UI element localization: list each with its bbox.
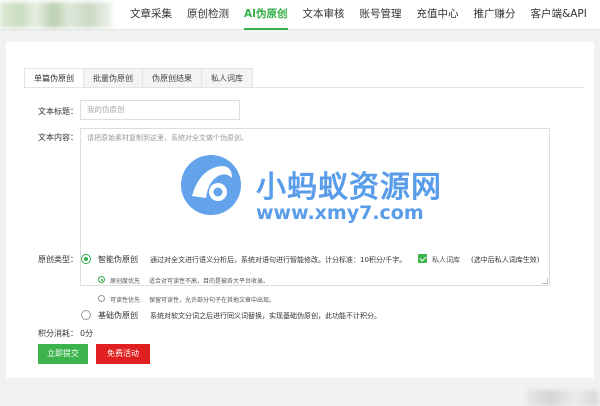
tab-private-lexicon[interactable]: 私人词库 <box>201 68 253 88</box>
basic-rewrite-radio[interactable] <box>81 310 91 320</box>
submit-button[interactable]: 立即提交 <box>38 344 88 364</box>
watermark-url: www.xmy7.com <box>256 202 424 224</box>
nav-item-originality-check[interactable]: 原创检测 <box>187 0 229 30</box>
nav-item-article-collect[interactable]: 文章采集 <box>130 0 172 30</box>
type-label: 原创类型： <box>38 255 78 264</box>
nav-item-promote[interactable]: 推广赚分 <box>474 0 516 30</box>
originality-first-desc: 适合对可读性不高，目的是被各大平台收录。 <box>149 278 270 285</box>
tab-rewrite-results[interactable]: 伪原创结果 <box>142 68 201 88</box>
readability-first-label[interactable]: 可读性优先 <box>110 295 140 304</box>
tab-batch-rewrite[interactable]: 批量伪原创 <box>83 68 142 88</box>
tab-divider <box>24 87 584 88</box>
basic-rewrite-desc: 系统对软文分词之后进行同义词替换，实现基础伪原创，此功能不计积分。 <box>150 312 381 320</box>
readability-first-desc: 保留可读性，允许部分句子在其他文章中出现。 <box>149 297 276 304</box>
nav-item-text-review[interactable]: 文本审核 <box>303 0 345 30</box>
tab-bar: 单篇伪原创 批量伪原创 伪原创结果 私人词库 <box>24 68 253 88</box>
private-lexicon-label[interactable]: 私人词库 <box>432 255 460 265</box>
free-activity-button[interactable]: 免费活动 <box>96 344 150 364</box>
top-navbar: 文章采集 原创检测 AI伪原创 文本审核 账号管理 充值中心 推广赚分 客户端&… <box>0 0 600 30</box>
title-label: 文本标题： <box>38 107 78 116</box>
private-lexicon-checkbox[interactable] <box>418 254 427 263</box>
nav-item-client-api[interactable]: 客户端&API <box>531 0 587 30</box>
watermark-logo-icon <box>181 155 241 215</box>
basic-rewrite-label[interactable]: 基础伪原创 <box>98 310 138 321</box>
smart-rewrite-desc: 通过对全文进行语义分析后，系统对语句进行智能修改。计分标准：10积分/千字。 <box>150 256 407 264</box>
textarea-resize-handle[interactable] <box>542 278 548 284</box>
originality-first-label[interactable]: 原创度优先 <box>110 276 140 285</box>
nav-item-recharge[interactable]: 充值中心 <box>417 0 459 30</box>
points-label: 积分消耗： <box>38 329 78 338</box>
smart-rewrite-radio[interactable] <box>81 254 91 264</box>
watermark-text: 小蚂蚁资源网 <box>256 170 442 205</box>
points-value: 0分 <box>80 329 94 338</box>
readability-first-radio[interactable] <box>98 295 105 302</box>
main-nav: 文章采集 原创检测 AI伪原创 文本审核 账号管理 充值中心 推广赚分 客户端&… <box>130 0 600 30</box>
nav-item-account[interactable]: 账号管理 <box>360 0 402 30</box>
site-logo[interactable] <box>0 2 112 28</box>
title-input[interactable]: 我的伪原创 <box>80 100 240 120</box>
content-label: 文本内容： <box>38 133 78 142</box>
tab-single-rewrite[interactable]: 单篇伪原创 <box>24 68 83 88</box>
originality-first-radio[interactable] <box>98 276 105 283</box>
corner-watermark <box>526 390 598 406</box>
smart-rewrite-label[interactable]: 智能伪原创 <box>98 254 138 265</box>
private-lexicon-note: (选中后私人词库生效) <box>471 256 540 264</box>
nav-item-ai-rewrite[interactable]: AI伪原创 <box>244 0 288 30</box>
main-card: 单篇伪原创 批量伪原创 伪原创结果 私人词库 文本标题： 我的伪原创 文本内容：… <box>6 42 598 406</box>
